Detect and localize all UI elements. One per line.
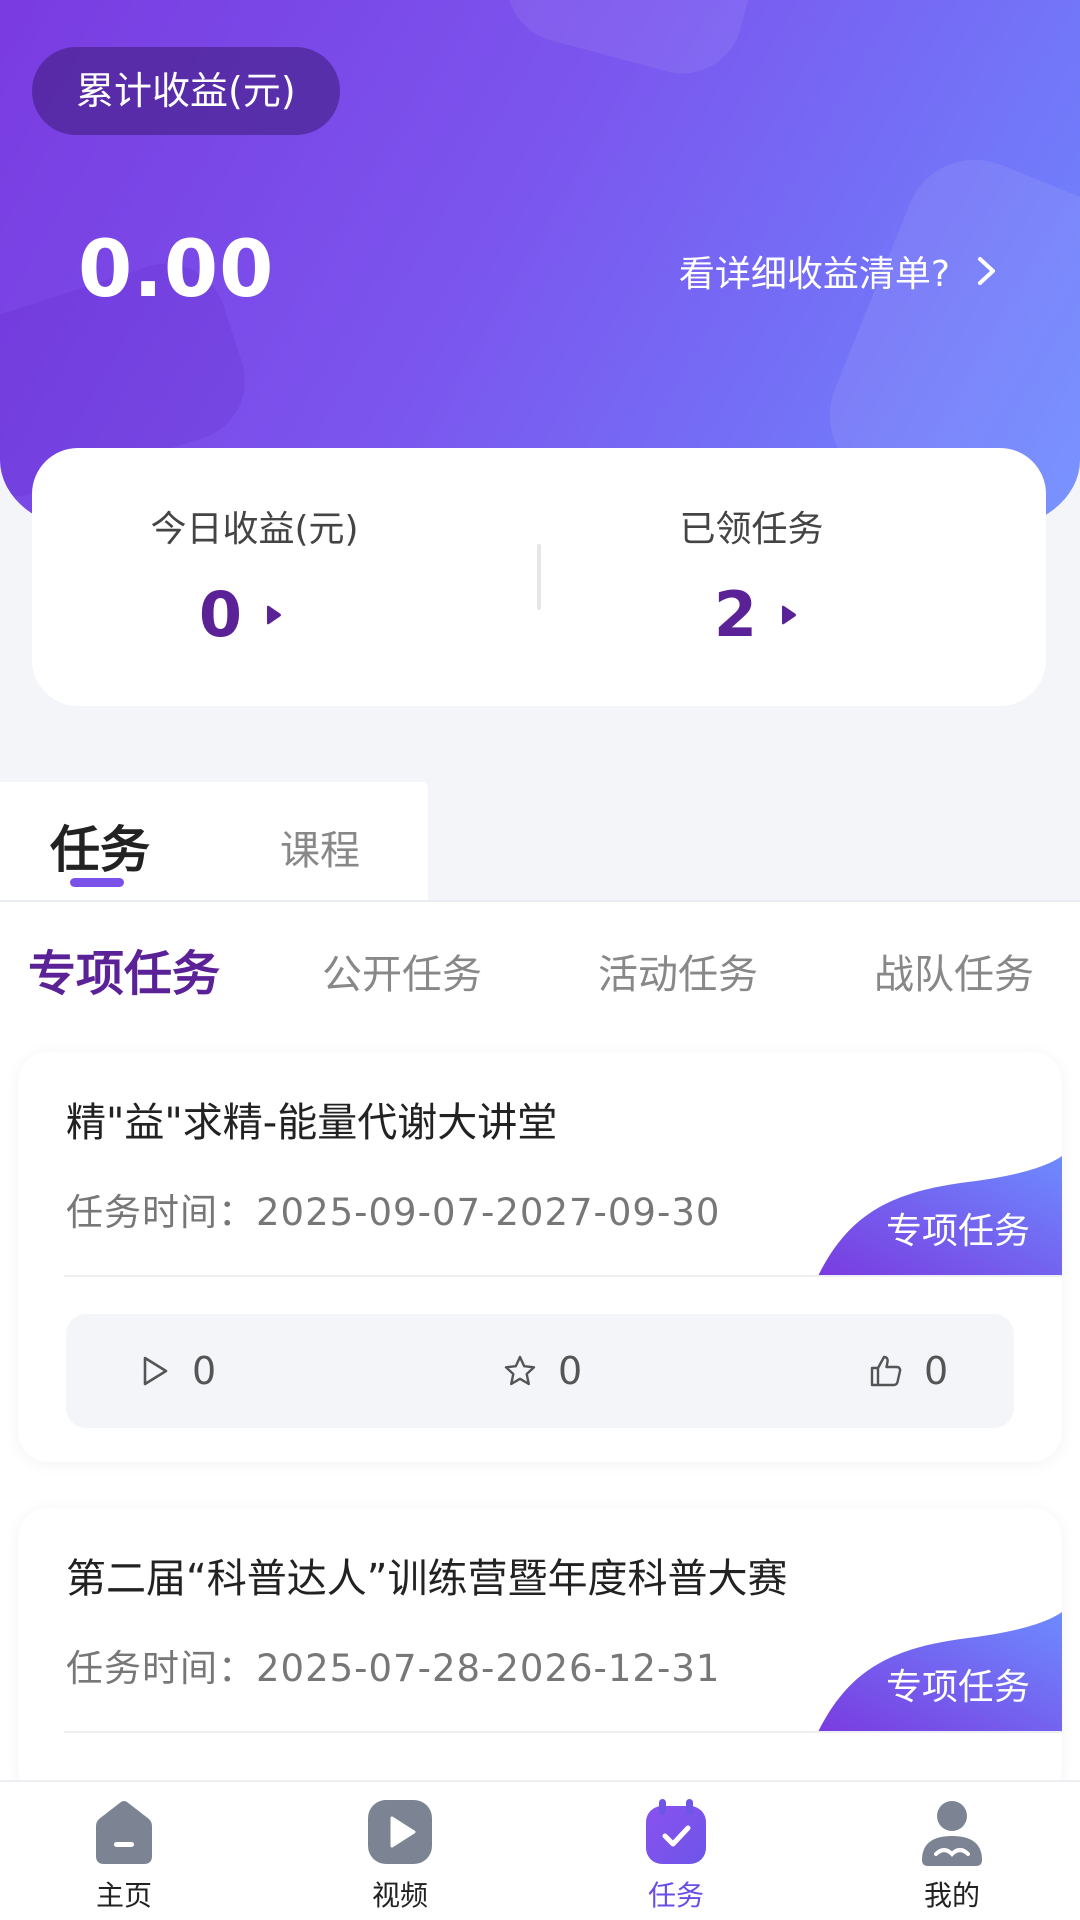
play-count-value: 0 bbox=[192, 1349, 217, 1393]
like-count[interactable]: 0 bbox=[868, 1314, 948, 1428]
play-count[interactable]: 0 bbox=[136, 1314, 216, 1428]
today-earnings-label: 今日收益(元) bbox=[150, 509, 359, 550]
card-divider bbox=[64, 1731, 1062, 1733]
like-count-value: 0 bbox=[924, 1349, 949, 1393]
task-card[interactable]: 第二届“科普达人”训练营暨年度科普大赛 任务时间：2025-07-28-2026… bbox=[18, 1508, 1062, 1798]
nav-tasks[interactable]: 任务 bbox=[616, 1796, 736, 1914]
today-earnings-stat[interactable]: 今日收益(元) 0 bbox=[32, 448, 537, 706]
nav-home-label: 主页 bbox=[95, 1879, 152, 1912]
task-title: 精"益"求精-能量代谢大讲堂 bbox=[66, 1100, 558, 1146]
task-type-tag-label: 专项任务 bbox=[886, 1667, 1031, 1708]
home-icon bbox=[96, 1801, 152, 1864]
task-page: 累计收益(元) 0.00 看详细收益清单? 今日收益(元) 0 已领任务 2 任… bbox=[0, 0, 1080, 1920]
earnings-detail-text: 看详细收益清单? bbox=[678, 254, 950, 295]
nav-tasks-label: 任务 bbox=[647, 1879, 704, 1912]
chevron-right-icon bbox=[978, 257, 995, 285]
subtab-activity[interactable]: 活动任务 bbox=[598, 942, 758, 1000]
header-decoration bbox=[493, 0, 787, 87]
profile-icon bbox=[922, 1801, 982, 1866]
task-type-tag-label: 专项任务 bbox=[886, 1211, 1031, 1252]
task-time: 任务时间：2025-09-07-2027-09-30 bbox=[66, 1191, 721, 1234]
nav-home[interactable]: 主页 bbox=[64, 1796, 184, 1914]
subtab-special[interactable]: 专项任务 bbox=[28, 934, 220, 1004]
claimed-tasks-value: 2 bbox=[713, 578, 758, 651]
star-icon bbox=[504, 1355, 536, 1386]
active-tab-indicator bbox=[70, 878, 124, 887]
stats-card: 今日收益(元) 0 已领任务 2 bbox=[32, 448, 1046, 706]
nav-profile[interactable]: 我的 bbox=[892, 1796, 1012, 1914]
claimed-tasks-stat[interactable]: 已领任务 2 bbox=[541, 448, 1046, 706]
task-stats-bar: 0 0 0 bbox=[66, 1314, 1014, 1428]
total-earnings-label: 累计收益(元) bbox=[32, 47, 340, 135]
task-content: 专项任务 公开任务 活动任务 战队任务 精"益"求精-能量代谢大讲堂 任务时间：… bbox=[0, 900, 1080, 1798]
task-type-tag: 专项任务 bbox=[818, 1156, 1062, 1276]
nav-video[interactable]: 视频 bbox=[340, 1796, 460, 1914]
favorite-count[interactable]: 0 bbox=[502, 1314, 582, 1428]
card-divider bbox=[64, 1275, 1062, 1277]
task-type-tag: 专项任务 bbox=[818, 1612, 1062, 1732]
task-icon bbox=[646, 1799, 706, 1864]
subtab-team[interactable]: 战队任务 bbox=[874, 942, 1034, 1000]
task-title: 第二届“科普达人”训练营暨年度科普大赛 bbox=[66, 1556, 788, 1602]
play-arrow-icon bbox=[782, 605, 797, 624]
subtab-public[interactable]: 公开任务 bbox=[322, 942, 482, 1000]
bottom-navigation: 主页 视频 任务 我的 bbox=[0, 1780, 1080, 1920]
task-category-tabs: 专项任务 公开任务 活动任务 战队任务 bbox=[0, 932, 1080, 1012]
main-tabs: 任务 课程 bbox=[0, 782, 428, 900]
task-time: 任务时间：2025-07-28-2026-12-31 bbox=[66, 1647, 721, 1690]
nav-video-label: 视频 bbox=[371, 1879, 428, 1912]
earnings-detail-link[interactable]: 看详细收益清单? bbox=[679, 245, 998, 297]
favorite-count-value: 0 bbox=[558, 1349, 583, 1393]
thumbs-up-icon bbox=[870, 1355, 902, 1387]
today-earnings-value: 0 bbox=[198, 578, 243, 651]
task-card[interactable]: 精"益"求精-能量代谢大讲堂 任务时间：2025-09-07-2027-09-3… bbox=[18, 1052, 1062, 1462]
claimed-tasks-label: 已领任务 bbox=[679, 509, 824, 550]
total-earnings-value: 0.00 bbox=[78, 225, 275, 315]
play-icon bbox=[143, 1356, 168, 1386]
video-icon bbox=[368, 1800, 432, 1864]
play-arrow-icon bbox=[267, 605, 282, 624]
nav-profile-label: 我的 bbox=[923, 1879, 980, 1912]
